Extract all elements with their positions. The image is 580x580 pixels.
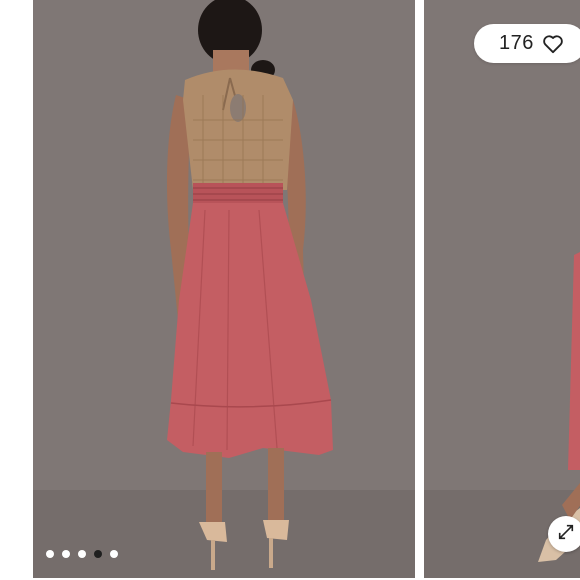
heart-icon xyxy=(542,34,564,54)
carousel-pagination xyxy=(46,550,118,558)
carousel-dot-1[interactable] xyxy=(46,550,54,558)
expand-image-button[interactable] xyxy=(548,516,580,552)
model-partial-view-image xyxy=(424,0,580,578)
product-image-main[interactable] xyxy=(33,0,415,578)
carousel-dot-2[interactable] xyxy=(62,550,70,558)
carousel-dot-4[interactable] xyxy=(94,550,102,558)
favorite-button[interactable]: 176 xyxy=(474,24,580,63)
product-image-carousel[interactable]: 176 xyxy=(0,0,580,580)
carousel-dot-3[interactable] xyxy=(78,550,86,558)
carousel-dot-5[interactable] xyxy=(110,550,118,558)
model-back-view-image xyxy=(33,0,415,578)
expand-arrows-icon xyxy=(557,523,575,546)
favorite-count: 176 xyxy=(499,32,534,54)
product-image-next[interactable] xyxy=(424,0,580,578)
